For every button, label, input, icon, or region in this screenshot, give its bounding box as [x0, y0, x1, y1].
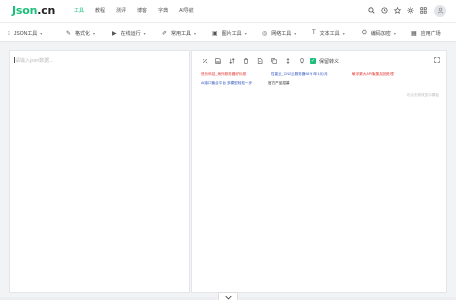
tool-text[interactable]: T 文本工具 ▾: [312, 28, 345, 38]
tool-encode[interactable]: ⛭ 编码加密 ▾: [362, 28, 396, 38]
main-nav: 工具 教程 测评 博客 字典 AI导航: [74, 7, 205, 14]
chevron-down-icon: ▾: [93, 30, 96, 36]
json-icon: ⁝: [8, 30, 10, 37]
delete-icon[interactable]: [242, 57, 250, 65]
ad-link-2[interactable]: 性能云_CN2云服务器98￥/年1元/月: [271, 72, 328, 77]
run-icon: ▶: [112, 30, 117, 37]
tool-format-label: 格式化: [75, 30, 91, 37]
editor-placeholder: 请输入json数据...: [15, 58, 54, 64]
swap-icon[interactable]: [284, 57, 292, 65]
copy-icon[interactable]: [270, 57, 278, 65]
nav-reviews[interactable]: 测评: [116, 7, 126, 14]
nav-blog[interactable]: 博客: [137, 7, 147, 14]
nav-ai-navigation[interactable]: AI导航: [179, 7, 194, 14]
tool-network[interactable]: ◎ 网络工具 ▾: [262, 28, 296, 38]
user-avatar-icon[interactable]: [434, 4, 446, 17]
fullscreen-icon[interactable]: [434, 57, 440, 65]
format-icon: ✎: [66, 30, 72, 37]
wrench-icon: ✐: [162, 30, 168, 37]
tool-run-label: 在线运行: [120, 30, 141, 37]
tool-encode-label: 编码加密: [370, 30, 391, 37]
tool-json[interactable]: ⁝ JSON工具 ▾: [8, 28, 42, 38]
ad-link-3[interactable]: 敏浮渠大API聚集加团处理: [352, 72, 394, 77]
text-icon: T: [312, 30, 316, 36]
collapse-toggle[interactable]: [218, 292, 238, 300]
chevron-down-icon: ▾: [143, 30, 146, 36]
nav-dictionary[interactable]: 字典: [158, 7, 168, 14]
chevron-down-icon: ▾: [244, 30, 247, 36]
nav-tools[interactable]: 工具: [74, 7, 84, 14]
nav-tutorials[interactable]: 教程: [95, 7, 105, 14]
tool-image[interactable]: ▣ 图片工具 ▾: [212, 28, 247, 38]
logo-json: Json: [12, 4, 38, 17]
chevron-down-icon: ▾: [342, 30, 345, 36]
tool-text-label: 文本工具: [319, 30, 340, 37]
top-header: Json.cn 工具 教程 测评 博客 字典 AI导航: [0, 0, 456, 22]
chevron-down-icon: ▾: [393, 30, 396, 36]
json-output-panel: ✓ 保留转义 低价科技_海外服务器好价超 性能云_CN2云服务器98￥/年1元/…: [191, 50, 447, 293]
tools-bar: ⁝ JSON工具 ▾ ✎ 格式化 ▾ ▶ 在线运行 ▾ ✐ 常用工具 ▾ ▣ 图片工具 ▾ ◎ 网络工…: [0, 22, 456, 42]
chevron-down-icon: ▾: [194, 30, 197, 36]
file-icon[interactable]: [256, 57, 264, 65]
tool-run[interactable]: ▶ 在线运行 ▾: [112, 28, 146, 38]
tool-common[interactable]: ✐ 常用工具 ▾: [162, 28, 196, 38]
chevron-down-icon: ▾: [294, 30, 297, 36]
chevron-down-icon: ▾: [40, 30, 43, 36]
lock-icon: ⛭: [362, 29, 367, 36]
keep-escape-label: 保留转义: [319, 59, 340, 65]
search-icon[interactable]: [365, 4, 378, 17]
ad-link-5[interactable]: 官方产品招募: [268, 81, 290, 86]
keep-escape-checkbox[interactable]: ✓: [310, 58, 316, 64]
header-icons: [365, 4, 446, 17]
tool-format[interactable]: ✎ 格式化 ▾: [66, 28, 95, 38]
bulb-icon[interactable]: [298, 57, 306, 65]
globe-icon: ◎: [262, 30, 268, 37]
sort-icon[interactable]: [228, 57, 236, 65]
ad-link-4[interactable]: AI接口聚合平台 多模型轻松一步: [201, 81, 252, 86]
chevron-down-icon: [224, 295, 232, 300]
tool-network-label: 网络工具: [271, 30, 292, 37]
image-icon: ▣: [212, 30, 218, 37]
tool-apps[interactable]: ▦ 应用广场: [411, 28, 441, 38]
sun-icon[interactable]: [404, 4, 417, 17]
history-icon[interactable]: [378, 4, 391, 17]
tool-image-label: 图片工具: [221, 30, 242, 37]
site-logo[interactable]: Json.cn: [12, 4, 55, 17]
logo-cn: .cn: [37, 4, 56, 17]
ad-link-1[interactable]: 低价科技_海外服务器好价超: [201, 72, 246, 77]
star-icon[interactable]: [391, 4, 404, 17]
grid-icon[interactable]: [417, 4, 430, 17]
tool-apps-label: 应用广场: [420, 30, 441, 37]
apps-icon: ▦: [411, 30, 417, 37]
tool-json-label: JSON工具: [13, 30, 38, 37]
template-hint[interactable]: 可点击修改显示模板: [407, 93, 439, 98]
json-input-editor[interactable]: 请输入json数据...: [9, 50, 190, 293]
settings-icon[interactable]: [201, 57, 209, 65]
tool-common-label: 常用工具: [171, 30, 192, 37]
save-icon[interactable]: [214, 57, 222, 65]
